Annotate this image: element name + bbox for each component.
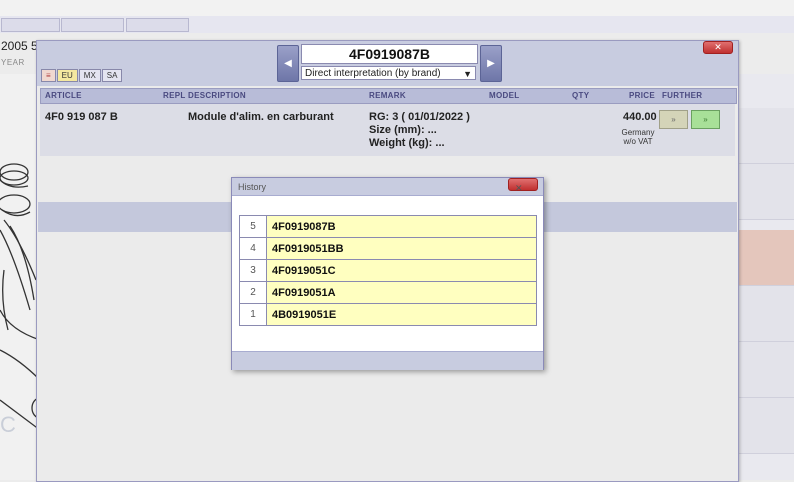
col-remark: REMARK [369, 91, 406, 100]
history-row[interactable]: 3 4F0919051C [239, 259, 537, 282]
description-cell: Module d'alim. en carburant [188, 111, 334, 123]
history-part-link[interactable]: 4F0919051A [266, 281, 537, 304]
part-number-field[interactable]: 4F0919087B [301, 44, 478, 64]
year-value: 2005 5 [1, 39, 38, 53]
history-title: History [238, 182, 267, 192]
history-index: 3 [239, 259, 267, 282]
arrow-right-icon: ▶ [487, 58, 495, 69]
watermark-letter: C [0, 412, 16, 437]
history-row[interactable]: 1 4B0919051E [239, 303, 537, 326]
table-row[interactable]: 4F0 919 087 B Module d'alim. en carburan… [40, 104, 735, 156]
history-part-link[interactable]: 4F0919051BB [266, 237, 537, 260]
right-cell[interactable] [737, 108, 794, 164]
bg-tab-3[interactable] [126, 18, 189, 32]
part-diagram-image: C [0, 163, 40, 437]
history-footer [232, 351, 543, 370]
col-article: ARTICLE [45, 91, 82, 100]
history-dialog: History ✕ 5 4F0919087B 4 4F0919051BB 3 4… [231, 177, 544, 370]
price-note-vat: w/o VAT [623, 137, 653, 146]
region-eu-button[interactable]: EU [56, 69, 78, 82]
arrow-left-icon: ◀ [284, 58, 292, 69]
history-table: 5 4F0919087B 4 4F0919051BB 3 4F0919051C … [239, 215, 537, 326]
close-icon: ✕ [714, 42, 722, 52]
year-label: YEAR [1, 58, 25, 67]
right-cell-selected[interactable] [737, 230, 794, 286]
region-buttons: ≡ EU MX SA [41, 69, 123, 82]
window-close-button[interactable]: ✕ [703, 41, 733, 54]
history-part-link[interactable]: 4F0919087B [266, 215, 537, 238]
table-header: ARTICLE REPL DESCRIPTION REMARK MODEL QT… [40, 88, 737, 104]
remark-line-3: Weight (kg): ... [369, 137, 445, 149]
history-index: 1 [239, 303, 267, 326]
col-model: MODEL [489, 91, 520, 100]
history-row[interactable]: 2 4F0919051A [239, 281, 537, 304]
close-icon: ✕ [515, 183, 523, 193]
history-part-link[interactable]: 4B0919051E [266, 303, 537, 326]
col-qty: QTY [572, 91, 590, 100]
col-further: FURTHER [662, 91, 703, 100]
remark-line-1: RG: 3 ( 01/01/2022 ) [369, 111, 470, 123]
history-index: 5 [239, 215, 267, 238]
prev-part-button[interactable]: ◀ [277, 45, 299, 82]
remark-line-2: Size (mm): ... [369, 124, 437, 136]
right-cell[interactable] [737, 164, 794, 220]
app-top-bar [0, 0, 794, 17]
interpretation-select[interactable]: Direct interpretation (by brand) ▼ [301, 66, 476, 80]
region-mx-button[interactable]: MX [78, 69, 101, 82]
add-to-cart-button[interactable]: » [691, 110, 720, 129]
next-part-button[interactable]: ▶ [480, 45, 502, 82]
further-info-button[interactable]: » [659, 110, 688, 129]
right-cell[interactable] [737, 286, 794, 342]
history-part-link[interactable]: 4F0919051C [266, 259, 537, 282]
col-description: DESCRIPTION [188, 91, 246, 100]
col-price: PRICE [629, 91, 655, 100]
history-index: 2 [239, 281, 267, 304]
history-close-button[interactable]: ✕ [508, 178, 538, 193]
right-cell[interactable] [737, 342, 794, 398]
article-cell: 4F0 919 087 B [45, 111, 118, 123]
region-sa-button[interactable]: SA [101, 69, 123, 82]
menu-button[interactable]: ≡ [41, 69, 56, 82]
interpretation-value: Direct interpretation (by brand) [305, 68, 441, 79]
window-toolbar: ≡ EU MX SA ◀ 4F0919087B Direct interpretati… [37, 41, 738, 86]
col-repl: REPL [163, 91, 186, 100]
chevron-down-icon: ▼ [463, 69, 472, 79]
history-index: 4 [239, 237, 267, 260]
price-cell: 440.00 [623, 111, 657, 123]
right-cell[interactable] [737, 398, 794, 454]
history-row[interactable]: 5 4F0919087B [239, 215, 537, 238]
history-row[interactable]: 4 4F0919051BB [239, 237, 537, 260]
bg-tab-1[interactable] [1, 18, 60, 32]
history-title-bar: History ✕ [232, 178, 543, 196]
bg-tab-2[interactable] [61, 18, 124, 32]
price-note-country: Germany [621, 128, 655, 137]
